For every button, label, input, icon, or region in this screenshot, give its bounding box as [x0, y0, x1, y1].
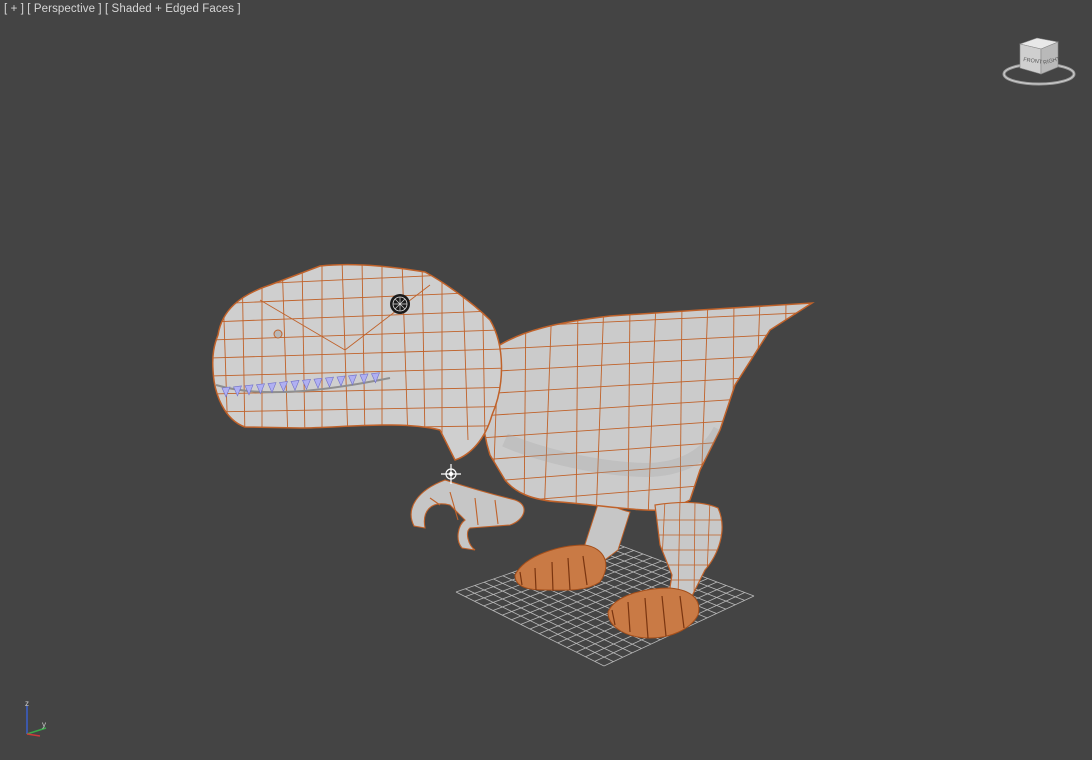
- dinosaur-head: [212, 263, 503, 461]
- dinosaur-back-leg: [514, 497, 631, 592]
- dinosaur-body: [482, 302, 815, 512]
- perspective-viewport[interactable]: [ + ] [ Perspective ] [ Shaded + Edged F…: [0, 0, 1092, 760]
- axis-tripod-icon: z y: [25, 699, 47, 737]
- dinosaur-eye: [390, 294, 410, 314]
- scene-canvas[interactable]: [0, 0, 1092, 760]
- axis-z-label: z: [25, 699, 29, 708]
- dinosaur-nostril: [273, 329, 283, 339]
- dinosaur-arms: [410, 479, 525, 551]
- axis-y-label: y: [42, 720, 46, 729]
